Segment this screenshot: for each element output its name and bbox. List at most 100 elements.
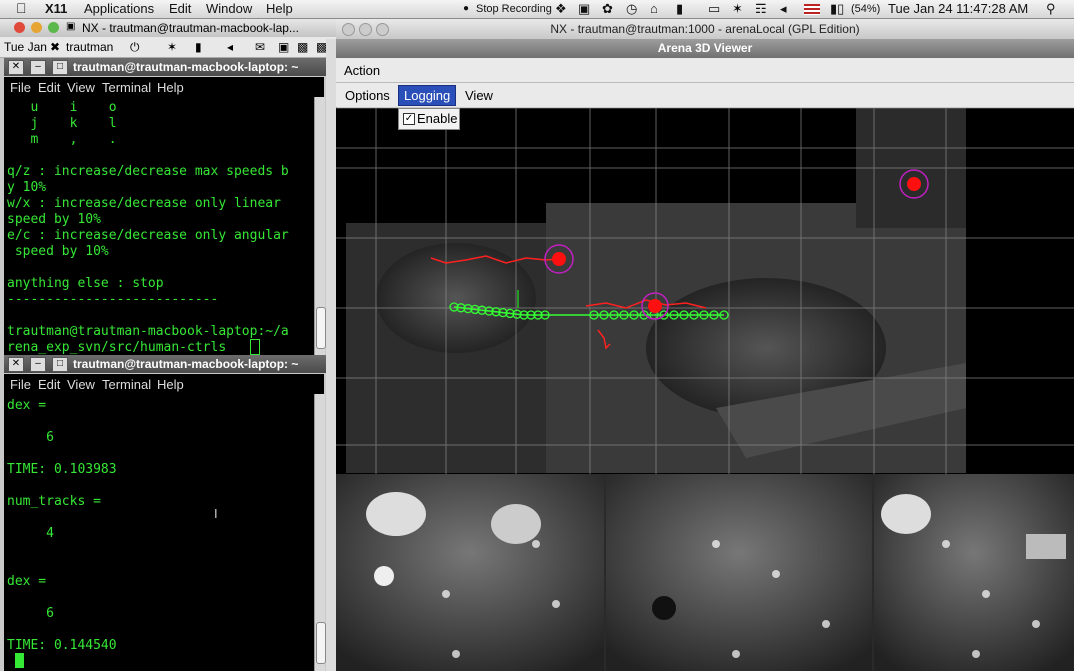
terminal2-menu-edit[interactable]: Edit (38, 377, 60, 392)
user-icon: ✖ (50, 40, 61, 54)
mail-icon[interactable]: ✉ (255, 40, 265, 54)
terminal-launcher-icon[interactable]: ▩ (297, 40, 308, 54)
action-menu[interactable]: Action (344, 63, 380, 78)
view-menu[interactable]: View (465, 88, 493, 103)
clock[interactable]: Tue Jan 24 11:47:28 AM (888, 1, 1028, 16)
menu-applications[interactable]: Applications (84, 1, 154, 16)
menu-edit[interactable]: Edit (169, 1, 191, 16)
terminal-line: 6 (7, 606, 54, 621)
terminal2-scrollbar[interactable] (314, 394, 326, 671)
minimize-window-icon[interactable] (31, 22, 42, 33)
terminal2-close-icon[interactable]: ✕ (8, 357, 24, 372)
floor-map-shadow (376, 243, 536, 353)
terminal-line: num_tracks = (7, 494, 101, 509)
apple-menu-icon[interactable]:  (16, 0, 27, 16)
terminal-line: anything else : stop (7, 276, 164, 291)
bluetooth-icon[interactable]: ✶ (732, 1, 743, 17)
terminal-line: rena_exp_svn/src/human-ctrls (7, 340, 234, 355)
battery-icon[interactable]: ▮ (195, 40, 202, 54)
minimize-window-icon[interactable] (359, 23, 372, 36)
display-icon[interactable]: ▣ (578, 1, 590, 17)
time-machine-icon[interactable]: ◷ (626, 1, 637, 17)
terminal1-output: u i o j k l m , . q/z : increase/decreas… (7, 100, 289, 356)
person-figure (491, 504, 541, 544)
battery-icon[interactable]: ▮▯ (830, 1, 844, 17)
terminal1-maximize-icon[interactable]: □ (52, 60, 68, 75)
terminal1-scroll-thumb[interactable] (316, 307, 326, 349)
enable-label[interactable]: Enable (417, 111, 457, 126)
terminal2-menu-view[interactable]: View (67, 377, 95, 392)
nx-icon: ▣ (66, 21, 76, 32)
terminal2-maximize-icon[interactable]: □ (52, 357, 68, 372)
close-window-icon[interactable] (14, 22, 25, 33)
menu-x11[interactable]: X11 (45, 1, 67, 16)
terminal1-title: trautman@trautman-macbook-laptop: ~ (73, 60, 299, 74)
terminal1-menu-edit[interactable]: Edit (38, 80, 60, 95)
stop-recording-label[interactable]: Stop Recording (476, 3, 552, 15)
terminal1-menu-view[interactable]: View (67, 80, 95, 95)
terminal2-menu-help[interactable]: Help (157, 377, 184, 392)
app-icon[interactable]: ▮ (676, 1, 683, 17)
terminal1-minimize-icon[interactable]: – (30, 60, 46, 75)
terminal1-menu-help[interactable]: Help (157, 80, 184, 95)
network-icon[interactable]: ▣ (278, 40, 289, 54)
menu-help[interactable]: Help (266, 1, 293, 16)
terminal1-menu-terminal[interactable]: Terminal (102, 80, 151, 95)
dropbox-icon[interactable]: ❖ (555, 1, 567, 17)
terminal2-scroll-thumb[interactable] (316, 622, 326, 664)
terminal-line: dex = (7, 398, 47, 413)
terminal2-menubar: File Edit View Terminal Help (4, 374, 324, 394)
terminal-line: 6 (7, 430, 54, 445)
logging-dropdown: ✓ Enable (398, 108, 460, 130)
terminal2-menu-file[interactable]: File (10, 377, 31, 392)
camera-feed-2 (606, 474, 872, 671)
object-figure (1026, 534, 1066, 559)
close-window-icon[interactable] (342, 23, 355, 36)
terminal1-menu-file[interactable]: File (10, 80, 31, 95)
record-icon[interactable]: ● (463, 3, 469, 14)
person-figure (881, 494, 931, 534)
gnome-panel: Tue Jan ✖ trautman ⏻ ✶ ▮ ◂ ✉ ▣ ▩ ▩ (0, 37, 336, 58)
arena-menubar: Options Logging View (336, 83, 1074, 107)
terminal1-scrollbar[interactable] (314, 97, 326, 355)
options-menu[interactable]: Options (345, 88, 390, 103)
volume-icon[interactable]: ◂ (227, 40, 233, 54)
flag-icon[interactable] (804, 4, 820, 15)
logging-menu[interactable]: Logging (398, 85, 457, 106)
terminal2-menu-terminal[interactable]: Terminal (102, 377, 151, 392)
terminal-line: y 10% (7, 180, 47, 195)
terminal-line: --------------------------- (7, 292, 219, 307)
wifi-icon[interactable]: ☶ (755, 1, 767, 17)
enable-checkbox[interactable]: ✓ (403, 113, 415, 125)
home-icon[interactable]: ⌂ (650, 1, 658, 16)
terminal-line: e/c : increase/decrease only angular (7, 228, 289, 243)
battery-percent: (54%) (851, 3, 881, 15)
terminal2-output: dex = 6 TIME: 0.103983 num_tracks = 4 de… (7, 398, 117, 654)
bluetooth-icon[interactable]: ✶ (167, 40, 177, 54)
zoom-window-icon[interactable] (48, 22, 59, 33)
menu-window[interactable]: Window (206, 1, 252, 16)
camera-feeds (336, 474, 1074, 671)
panel-user[interactable]: trautman (66, 40, 113, 54)
spotlight-search-icon[interactable]: ⚲ (1046, 1, 1056, 17)
zoom-window-icon[interactable] (376, 23, 389, 36)
monitor-icon[interactable]: ▭ (708, 1, 720, 17)
terminal-line: TIME: 0.103983 (7, 462, 117, 477)
volume-icon[interactable]: ◂ (780, 1, 787, 17)
panel-date[interactable]: Tue Jan (4, 40, 47, 54)
terminal1-close-icon[interactable]: ✕ (8, 60, 24, 75)
power-icon[interactable]: ⏻ (130, 40, 140, 55)
arena-3d-viewport[interactable]: ✓ Enable (336, 108, 1074, 474)
terminal2-cursor (15, 653, 24, 668)
terminal1-menubar: File Edit View Terminal Help (4, 77, 324, 97)
arena-action-bar: Action (336, 58, 1074, 83)
terminal2-minimize-icon[interactable]: – (30, 357, 46, 372)
person-figure (374, 566, 394, 586)
paw-icon[interactable]: ✿ (602, 1, 613, 17)
